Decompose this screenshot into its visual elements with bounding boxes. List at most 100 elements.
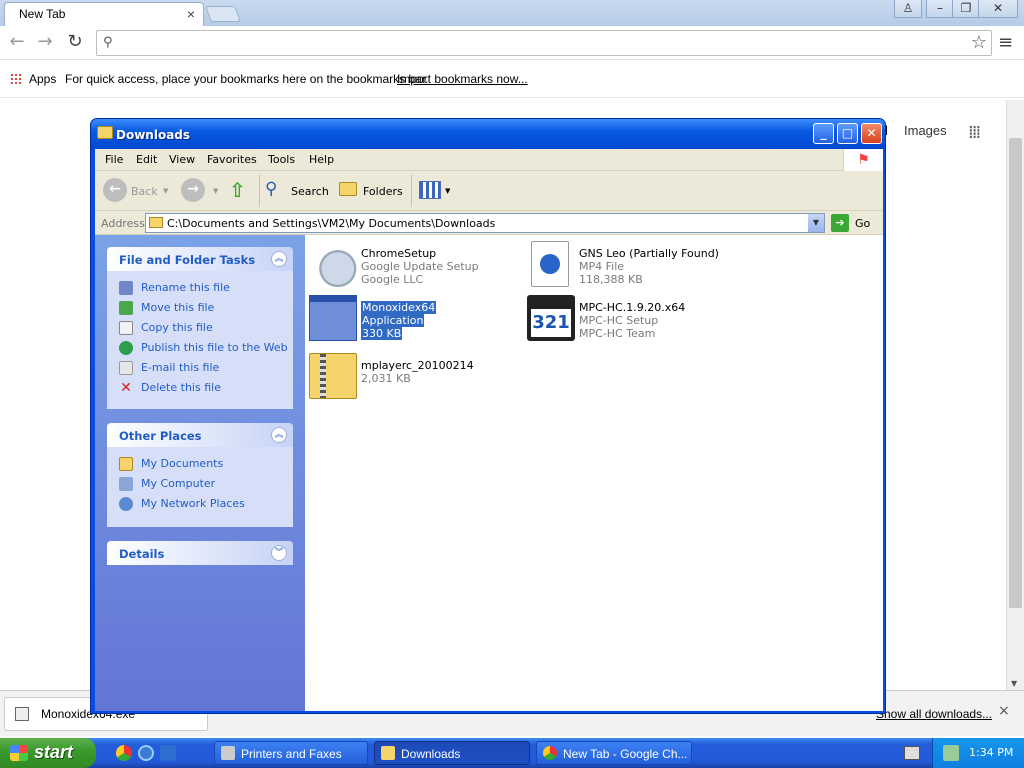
reload-icon[interactable]: ↻ bbox=[64, 32, 86, 54]
file-item[interactable]: mplayerc_20100214 2,031 KB bbox=[309, 353, 519, 401]
chrome-menu-icon[interactable]: ≡ bbox=[998, 32, 1013, 53]
place-my-computer[interactable]: My Computer bbox=[119, 477, 215, 491]
system-tray: 1:34 PM bbox=[932, 738, 1024, 768]
folders-button[interactable]: Folders bbox=[363, 185, 403, 198]
place-network[interactable]: My Network Places bbox=[119, 497, 245, 511]
clock[interactable]: 1:34 PM bbox=[969, 746, 1013, 759]
menu-favorites[interactable]: Favorites bbox=[207, 153, 257, 166]
task-rename[interactable]: Rename this file bbox=[119, 281, 230, 295]
menu-help[interactable]: Help bbox=[309, 153, 334, 166]
bookmark-star-icon[interactable]: ☆ bbox=[971, 32, 987, 53]
file-folder-tasks-panel: File and Folder Tasks ︽ Rename this file… bbox=[107, 247, 293, 409]
computer-icon bbox=[119, 477, 133, 491]
folder-icon bbox=[149, 217, 163, 228]
back-dropdown-icon[interactable]: ▼ bbox=[163, 187, 168, 195]
task-label: Downloads bbox=[401, 747, 461, 761]
forward-button-icon[interactable]: → bbox=[181, 178, 205, 202]
menu-tools[interactable]: Tools bbox=[268, 153, 295, 166]
file-item[interactable]: ChromeSetup Google Update Setup Google L… bbox=[309, 241, 519, 289]
task-move[interactable]: Move this file bbox=[119, 301, 214, 315]
go-arrow-icon[interactable]: ➔ bbox=[831, 214, 849, 232]
apps-link[interactable]: Apps bbox=[29, 72, 56, 86]
omnibox[interactable]: ⚲ ☆ bbox=[96, 30, 992, 56]
expand-chevron-icon[interactable]: ︾ bbox=[271, 545, 287, 561]
network-tray-icon[interactable] bbox=[943, 745, 959, 761]
menu-edit[interactable]: Edit bbox=[136, 153, 157, 166]
new-tab-button[interactable] bbox=[205, 6, 241, 22]
panel-header[interactable]: File and Folder Tasks ︽ bbox=[107, 247, 293, 271]
chrome-icon bbox=[543, 746, 557, 760]
file-item[interactable]: 321 MPC-HC.1.9.20.x64 MPC-HC Setup MPC-H… bbox=[527, 295, 737, 343]
file-item-selected[interactable]: Monoxidex64 Application 330 KB bbox=[309, 295, 519, 343]
file-name: MPC-HC.1.9.20.x64 bbox=[579, 301, 686, 314]
task-email[interactable]: E-mail this file bbox=[119, 361, 219, 375]
page-scrollbar[interactable]: ▼ bbox=[1006, 100, 1024, 690]
downloads-bar-close-icon[interactable]: × bbox=[998, 703, 1010, 719]
taskbar: start Printers and Faxes Downloads New T… bbox=[0, 738, 1024, 768]
search-icon[interactable]: ⚲ bbox=[265, 179, 277, 199]
panel-header[interactable]: Other Places ︽ bbox=[107, 423, 293, 447]
google-apps-grid-icon[interactable]: ⁞⁞⁞ bbox=[968, 122, 981, 143]
back-button-label[interactable]: Back bbox=[131, 185, 158, 198]
toolbar-separator bbox=[259, 175, 260, 207]
xp-close-button[interactable]: ✕ bbox=[861, 123, 882, 144]
file-size: 118,388 KB bbox=[579, 273, 643, 286]
chrome-quicklaunch-icon[interactable] bbox=[116, 745, 132, 761]
xp-maximize-button[interactable]: □ bbox=[837, 123, 858, 144]
address-dropdown-icon[interactable]: ▼ bbox=[808, 214, 824, 232]
collapse-chevron-icon[interactable]: ︽ bbox=[271, 251, 287, 267]
file-list: ChromeSetup Google Update Setup Google L… bbox=[305, 235, 883, 711]
menu-view[interactable]: View bbox=[169, 153, 195, 166]
back-arrow-icon[interactable]: ← bbox=[6, 32, 28, 54]
file-name: ChromeSetup bbox=[361, 247, 437, 260]
apps-grid-icon[interactable] bbox=[10, 73, 22, 85]
task-label: Printers and Faxes bbox=[241, 747, 342, 761]
taskbar-printers-faxes[interactable]: Printers and Faxes bbox=[214, 741, 368, 765]
start-button[interactable]: start bbox=[0, 738, 96, 768]
panel-header[interactable]: Details ︾ bbox=[107, 541, 293, 565]
task-publish[interactable]: Publish this file to the Web bbox=[119, 341, 288, 355]
media-file-icon bbox=[531, 241, 569, 287]
place-my-documents[interactable]: My Documents bbox=[119, 457, 223, 471]
show-all-downloads-link[interactable]: Show all downloads... bbox=[876, 707, 992, 721]
import-bookmarks-link[interactable]: Import bookmarks now... bbox=[397, 72, 528, 86]
forward-dropdown-icon[interactable]: ▼ bbox=[213, 187, 218, 195]
views-icon[interactable] bbox=[419, 181, 441, 199]
xp-minimize-button[interactable]: _ bbox=[813, 123, 834, 144]
go-button[interactable]: Go bbox=[855, 217, 870, 230]
file-publisher: MPC-HC Team bbox=[579, 327, 656, 340]
explorer-toolbar: ← Back ▼ → ▼ ⇧ ⚲ Search Folders ▼ bbox=[95, 171, 883, 211]
menu-file[interactable]: File bbox=[105, 153, 123, 166]
scroll-down-arrow-icon[interactable]: ▼ bbox=[1011, 679, 1017, 688]
minimize-button[interactable]: – bbox=[926, 0, 954, 18]
taskbar-chrome[interactable]: New Tab - Google Ch... bbox=[536, 741, 692, 765]
taskbar-downloads[interactable]: Downloads bbox=[374, 741, 530, 765]
forward-arrow-icon[interactable]: → bbox=[34, 32, 56, 54]
media-quicklaunch-icon[interactable] bbox=[160, 745, 176, 761]
task-copy[interactable]: Copy this file bbox=[119, 321, 213, 335]
printer-icon bbox=[221, 746, 235, 760]
collapse-chevron-icon[interactable]: ︽ bbox=[271, 427, 287, 443]
file-item[interactable]: GNS Leo (Partially Found) MP4 File 118,3… bbox=[527, 241, 737, 289]
address-input[interactable]: C:\Documents and Settings\VM2\My Documen… bbox=[145, 213, 825, 233]
search-button[interactable]: Search bbox=[291, 185, 329, 198]
file-type: Google Update Setup bbox=[361, 260, 479, 273]
folder-icon bbox=[119, 457, 133, 471]
back-button-icon[interactable]: ← bbox=[103, 178, 127, 202]
views-dropdown-icon[interactable]: ▼ bbox=[445, 187, 450, 195]
google-images-link[interactable]: Images bbox=[904, 123, 947, 138]
move-icon bbox=[119, 301, 133, 315]
scrollbar-thumb[interactable] bbox=[1009, 138, 1022, 608]
close-button[interactable]: ✕ bbox=[978, 0, 1018, 18]
tab-close-icon[interactable]: × bbox=[187, 6, 195, 22]
up-folder-icon[interactable]: ⇧ bbox=[229, 178, 253, 202]
folders-icon[interactable] bbox=[339, 182, 357, 196]
explorer-title-bar[interactable]: Downloads _ □ ✕ bbox=[91, 119, 885, 149]
profile-icon[interactable]: ♙ bbox=[894, 0, 922, 18]
restore-button[interactable]: ❐ bbox=[952, 0, 980, 18]
task-delete[interactable]: ✕ Delete this file bbox=[119, 381, 221, 395]
tab-new-tab[interactable]: New Tab × bbox=[4, 2, 204, 26]
keyboard-icon[interactable] bbox=[904, 746, 920, 760]
ie-quicklaunch-icon[interactable] bbox=[138, 745, 154, 761]
copy-icon bbox=[119, 321, 133, 335]
